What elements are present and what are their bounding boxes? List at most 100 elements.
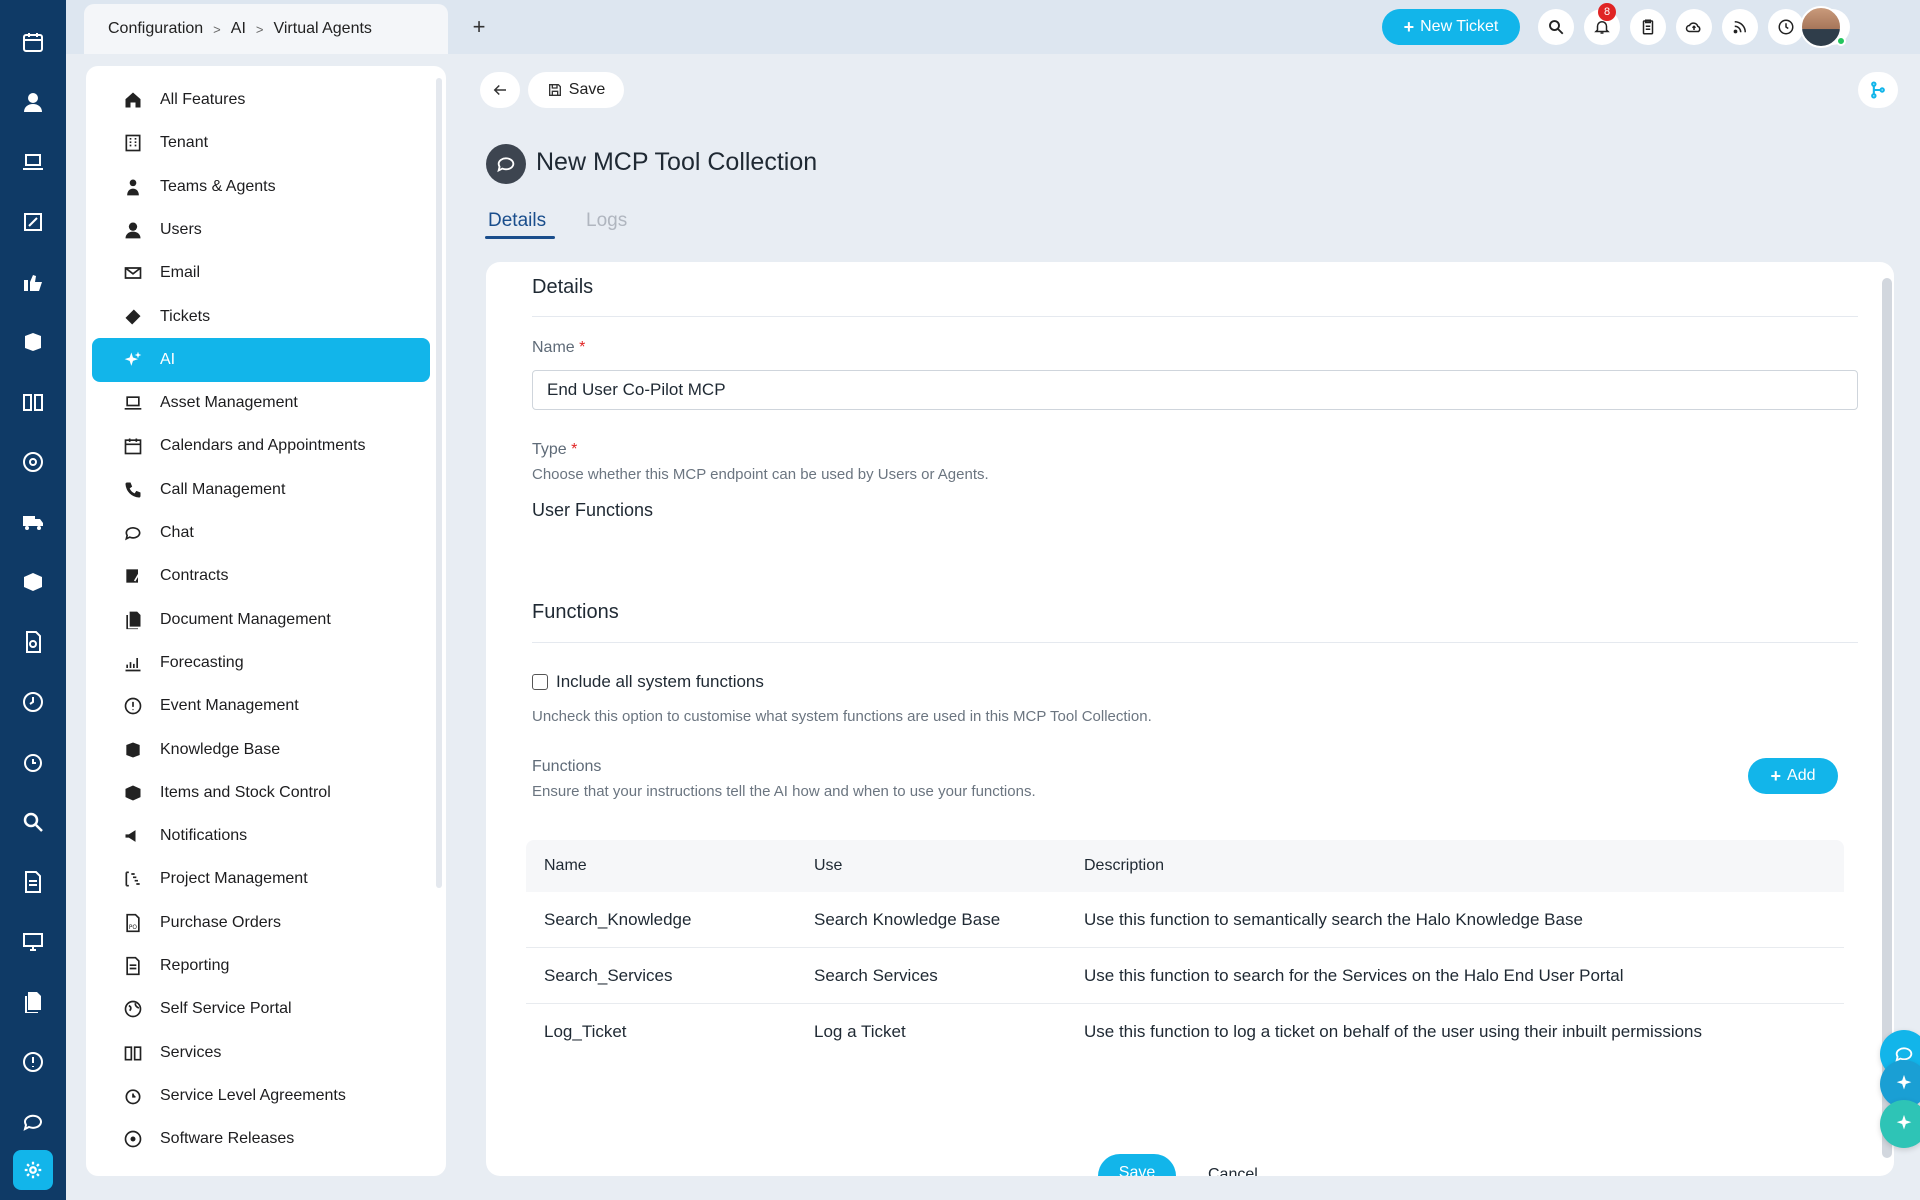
footer-cancel-button[interactable]: Cancel [1208,1166,1258,1176]
box-icon[interactable] [0,552,66,612]
breadcrumb[interactable]: Configuration > AI > Virtual Agents [84,4,448,54]
breadcrumb-item[interactable]: Virtual Agents [273,20,371,38]
name-field[interactable] [532,370,1858,410]
bell-icon[interactable]: 8 [1584,3,1620,45]
feature-item-tickets[interactable]: Tickets [92,295,430,339]
add-function-button[interactable]: + Add [1748,758,1838,794]
feature-item-services[interactable]: Services [92,1031,430,1075]
feature-item-knowledge-base[interactable]: Knowledge Base [92,728,430,772]
divider [532,642,1858,643]
alert-icon[interactable] [0,1032,66,1092]
feature-item-label: Document Management [160,610,331,628]
features-panel: All Features Tenant Teams & Agents Users Ema… [86,66,446,1176]
monitor-icon[interactable] [0,912,66,972]
clock-icon[interactable] [0,672,66,732]
feature-item-calendars-and-appointments[interactable]: Calendars and Appointments [92,424,430,468]
column-header-use[interactable]: Use [814,857,1084,875]
feature-item-software-releases[interactable]: Software Releases [92,1117,430,1161]
building-icon [122,132,144,154]
breadcrumb-item[interactable]: Configuration [108,20,203,38]
truck-icon[interactable] [0,492,66,552]
column-header-description[interactable]: Description [1084,857,1844,875]
feature-item-project-management[interactable]: Project Management [92,857,430,901]
plus-icon: + [1403,16,1415,37]
features-scrollbar[interactable] [436,78,442,888]
clock-icon[interactable] [1768,9,1804,45]
details-card: Details Name * Type * Choose whether thi… [486,262,1894,1176]
user-icon[interactable] [0,72,66,132]
feature-item-items-and-stock-control[interactable]: Items and Stock Control [92,771,430,815]
globe-icon [122,998,144,1020]
feature-item-email[interactable]: Email [92,251,430,295]
feature-item-document-management[interactable]: Document Management [92,598,430,642]
feature-item-all-features[interactable]: All Features [92,78,430,122]
function-name: Search_Services [544,965,673,985]
feature-item-asset-management[interactable]: Asset Management [92,381,430,425]
report-icon[interactable] [0,852,66,912]
feature-item-chat[interactable]: Chat [92,511,430,555]
chat-icon[interactable] [0,1092,66,1152]
search-icon[interactable] [1538,9,1574,45]
feature-item-label: Chat [160,524,194,541]
branch-icon [1871,81,1885,99]
feature-item-forecasting[interactable]: Forecasting [92,641,430,685]
breadcrumb-item[interactable]: AI [231,20,246,38]
feature-item-label: Event Management [160,697,299,715]
timer-icon[interactable] [0,732,66,792]
file-search-icon[interactable] [0,612,66,672]
new-ticket-label: New Ticket [1420,18,1499,35]
save-label: Save [568,81,606,98]
feed-icon[interactable] [1722,9,1758,45]
settings-icon[interactable] [13,1150,53,1190]
sparkle-icon [122,349,144,371]
table-row[interactable]: Search_Services Search Services Use this… [526,948,1844,1004]
type-value[interactable]: User Functions [532,500,653,521]
include-all-label[interactable]: Include all system functions [556,672,764,692]
feature-item-self-service-portal[interactable]: Self Service Portal [92,987,430,1031]
feature-item-label: Tickets [160,307,211,325]
card-scrollbar[interactable] [1882,278,1892,1158]
feature-item-event-management[interactable]: Event Management [92,684,430,728]
feature-item-ai[interactable]: AI [92,337,430,382]
function-use: Search Knowledge Base [814,909,1001,929]
feature-item-service-level-agreements[interactable]: Service Level Agreements [92,1074,430,1118]
footer-save-button[interactable]: Save [1098,1154,1176,1176]
add-tab-button[interactable]: + [466,14,492,40]
edit-icon[interactable] [0,192,66,252]
calendar-icon[interactable] [0,12,66,72]
tab-logs[interactable]: Logs [586,210,627,232]
feature-item-teams-agents[interactable]: Teams & Agents [92,165,430,209]
search-icon[interactable] [0,792,66,852]
new-ticket-button[interactable]: + New Ticket [1382,9,1520,45]
functions-section-title: Functions [532,601,619,623]
ai-copilot-button[interactable] [1880,1100,1920,1148]
disc-icon[interactable] [0,432,66,492]
table-row[interactable]: Log_Ticket Log a Ticket Use this functio… [526,1004,1844,1060]
feature-item-contracts[interactable]: Contracts [92,554,430,598]
feature-item-tenant[interactable]: Tenant [92,121,430,165]
project-icon [122,868,144,890]
table-row[interactable]: Search_Knowledge Search Knowledge Base U… [526,892,1844,948]
feature-item-reporting[interactable]: Reporting [92,944,430,988]
feature-item-notifications[interactable]: Notifications [92,814,430,858]
knowledge-icon [122,739,144,761]
cloud-icon[interactable] [1676,9,1712,45]
feature-item-purchase-orders[interactable]: PO Purchase Orders [92,901,430,945]
clipboard-icon[interactable] [1630,9,1666,45]
feature-item-users[interactable]: Users [92,208,430,252]
feature-item-label: Email [160,264,201,282]
po-icon: PO [122,912,144,934]
laptop-icon[interactable] [0,132,66,192]
back-button[interactable] [480,72,520,108]
feature-item-call-management[interactable]: Call Management [92,468,430,512]
chat-icon [486,144,526,184]
document-icon[interactable] [0,972,66,1032]
book-icon[interactable] [0,372,66,432]
column-header-name[interactable]: Name [526,857,814,875]
tab-details[interactable]: Details [488,210,546,232]
thumbs-up-icon[interactable] [0,252,66,312]
workflow-button[interactable] [1858,72,1898,108]
knowledge-icon[interactable] [0,312,66,372]
save-button[interactable]: Save [528,72,624,108]
include-all-checkbox[interactable] [532,674,548,690]
